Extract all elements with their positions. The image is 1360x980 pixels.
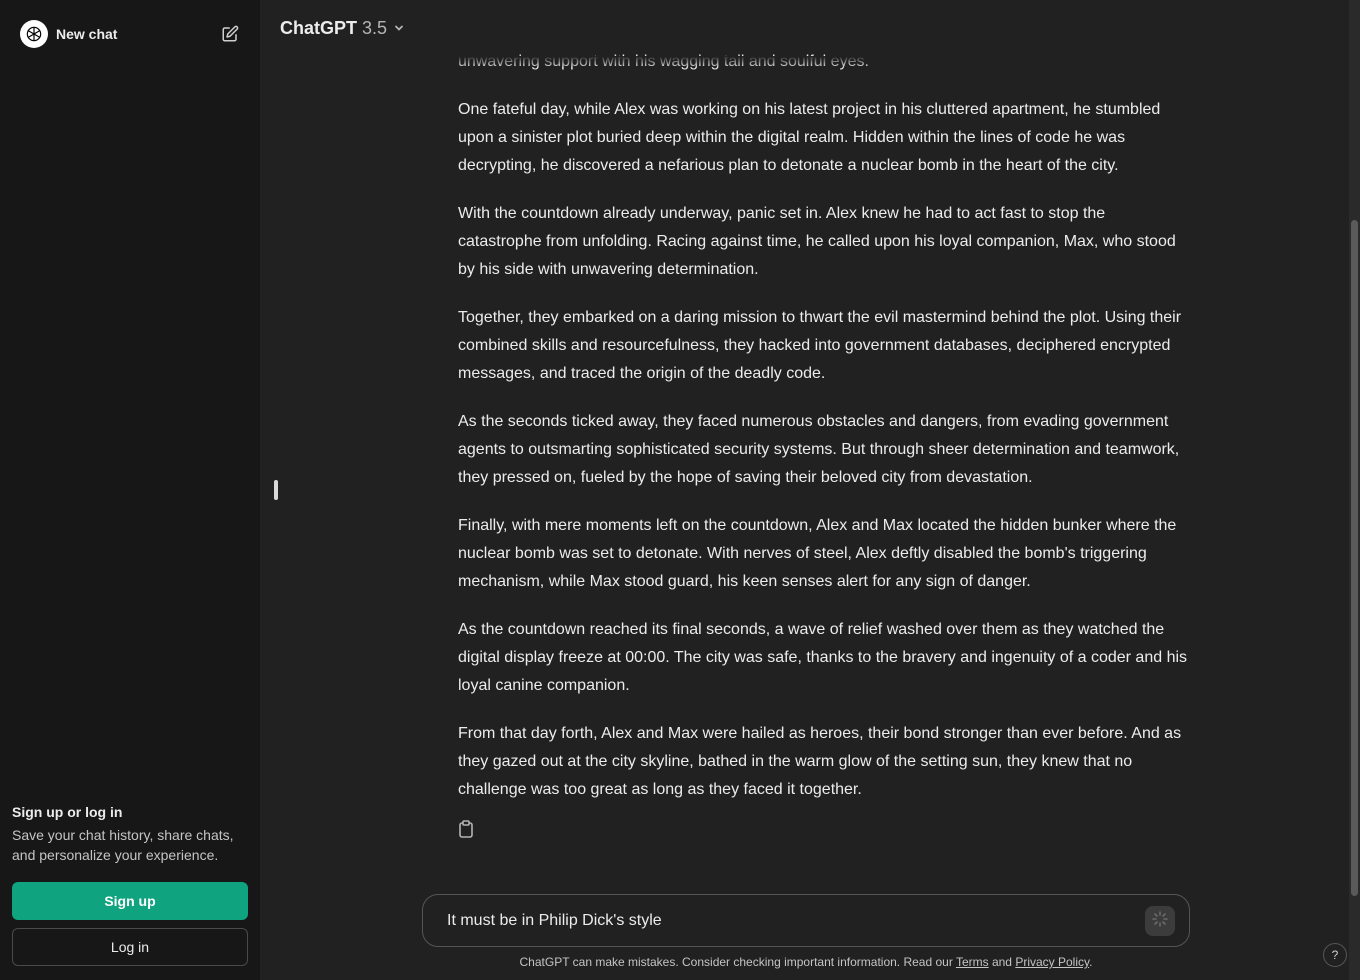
copy-icon[interactable] [458,820,476,838]
sign-up-button[interactable]: Sign up [12,882,248,920]
disclaimer-and: and [988,955,1016,969]
message-input[interactable]: It must be in Philip Dick's style [422,894,1190,947]
message-paragraph: With the countdown already underway, pan… [458,205,1176,278]
new-chat-button[interactable]: New chat [12,14,248,54]
disclaimer-text: ChatGPT can make mistakes. Consider chec… [519,955,956,969]
message-paragraph: As the seconds ticked away, they faced n… [458,413,1180,486]
model-selector[interactable]: ChatGPT 3.5 [280,18,405,39]
signup-prompt: Sign up or log in Save your chat history… [12,802,248,865]
model-version: 3.5 [362,17,388,38]
openai-logo-icon [20,20,48,48]
loading-spinner-icon [1151,910,1169,933]
help-button[interactable]: ? [1323,943,1347,967]
message-paragraph: Finally, with mere moments left on the c… [458,517,1177,590]
stop-generating-button[interactable] [1145,906,1175,936]
sidebar-resize-handle[interactable] [274,480,278,500]
privacy-policy-link[interactable]: Privacy Policy [1015,955,1089,969]
chevron-down-icon [393,22,405,34]
new-chat-edit-icon[interactable] [220,24,240,44]
signup-description: Save your chat history, share chats, and… [12,827,234,863]
message-paragraph: From that day forth, Alex and Max were h… [458,725,1182,798]
message-paragraph: One fateful day, while Alex was working … [458,101,1161,174]
scrollbar-thumb[interactable] [1351,220,1358,896]
sidebar: New chat Sign up or log in Save your cha… [0,0,260,980]
model-name: ChatGPT [280,17,358,38]
disclaimer: ChatGPT can make mistakes. Consider chec… [422,955,1190,969]
log-in-button[interactable]: Log in [12,928,248,966]
assistant-message: unwavering support with his wagging tail… [458,53,1193,838]
message-paragraph: Together, they embarked on a daring miss… [458,309,1182,382]
signup-title: Sign up or log in [12,804,123,820]
message-paragraph: As the countdown reached its final secon… [458,621,1188,694]
message-input-text[interactable]: It must be in Philip Dick's style [447,912,662,930]
terms-link[interactable]: Terms [956,955,989,969]
top-fade [260,56,1345,68]
new-chat-label: New chat [56,26,118,42]
disclaimer-suffix: . [1089,955,1093,969]
